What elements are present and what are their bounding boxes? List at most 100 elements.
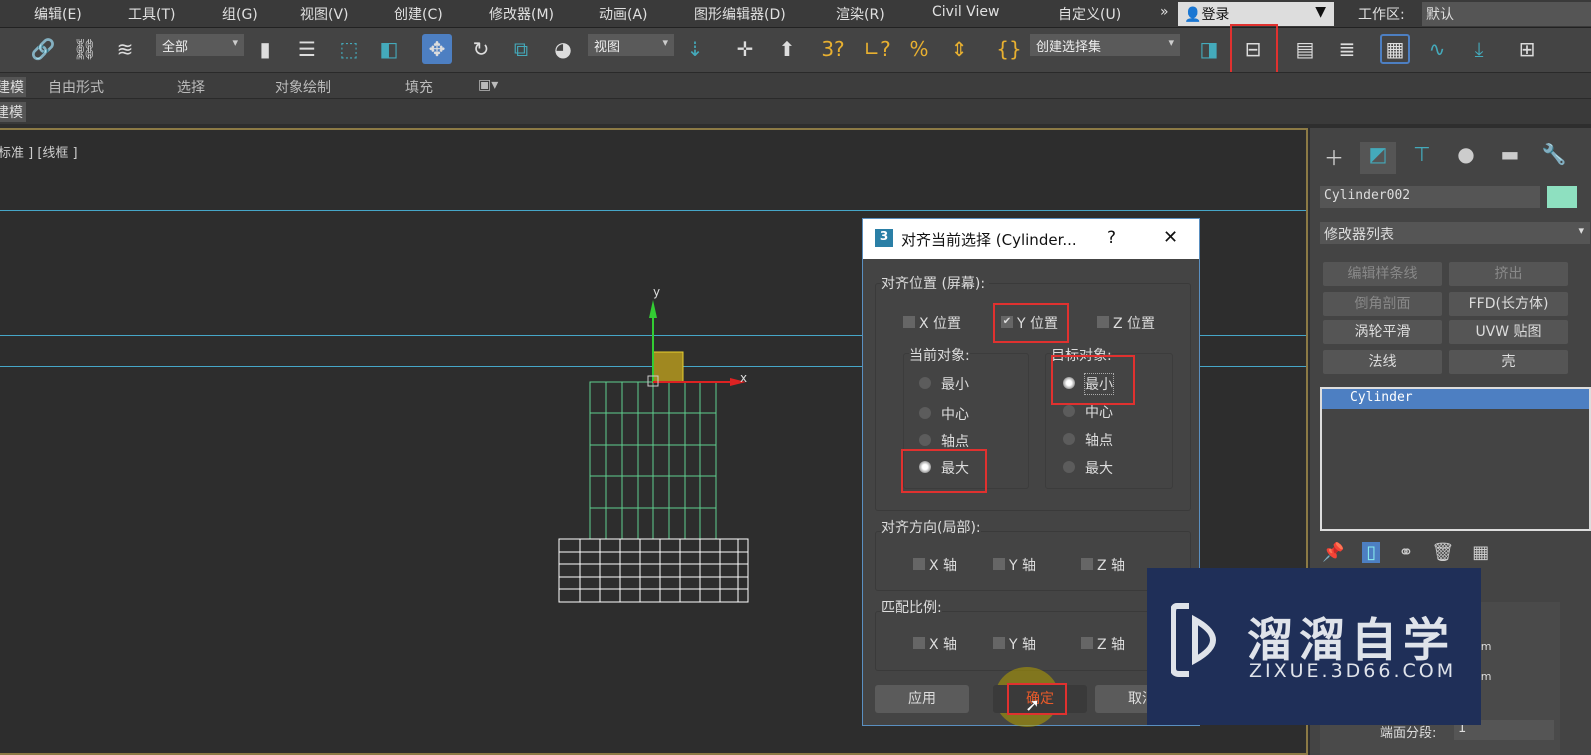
target-center-radio[interactable] [1063,405,1075,417]
scene-explorer-icon[interactable]: ▤ [1290,34,1320,64]
manipulate-icon[interactable]: ✛ [730,34,760,64]
x-position-checkbox[interactable] [903,316,915,328]
menu-civil-view[interactable]: Civil View [932,4,999,20]
make-unique-icon[interactable]: ⚭ [1398,542,1413,563]
menu-create[interactable]: 创建(C) [394,4,443,24]
menu-animation[interactable]: 动画(A) [599,4,648,24]
window-crossing-icon[interactable]: ◧ [374,34,404,64]
orient-x-checkbox[interactable] [913,558,925,570]
modifier-button[interactable]: 挤出 [1449,262,1568,286]
tab-populate[interactable]: 填充 [405,77,433,97]
keyboard-shortcut-icon[interactable]: ⬆ [772,34,802,64]
ribbon-options-icon[interactable]: ▣▾ [478,77,498,93]
menu-overflow[interactable]: » [1160,4,1169,20]
named-selection-dropdown[interactable]: 创建选择集 [1030,34,1180,56]
menu-group[interactable]: 组(G) [222,4,258,24]
modifier-button[interactable]: 编辑样条线 [1323,262,1442,286]
login-dropdown[interactable]: 👤登录 ▼ [1178,2,1334,26]
menu-views[interactable]: 视图(V) [300,4,349,24]
menu-edit[interactable]: 编辑(E) [34,4,82,24]
x-position-label: X 位置 [919,316,962,332]
current-min-label: 最小 [941,377,969,393]
percent-snap-icon[interactable]: % [904,34,934,64]
modify-icon[interactable]: ◩ [1360,142,1396,174]
show-end-result-icon[interactable]: ▯ [1362,542,1381,563]
z-position-checkbox[interactable] [1097,316,1109,328]
apply-button[interactable]: 应用 [875,685,969,713]
select-object-icon[interactable]: ▮ [250,34,280,64]
workspace-dropdown[interactable]: 默认 [1422,2,1591,26]
tab-freeform[interactable]: 自由形式 [48,77,104,97]
rect-selection-icon[interactable]: ⬚ [334,34,364,64]
tab-selection[interactable]: 选择 [177,77,205,97]
mirror-icon[interactable]: ◨ [1194,34,1224,64]
current-center-radio[interactable] [919,407,931,419]
remove-modifier-icon[interactable]: 🗑 [1431,542,1454,563]
tab-modeling[interactable]: 建模 [0,77,26,97]
login-label: 登录 [1201,7,1230,23]
menu-graph-editors[interactable]: 图形编辑器(D) [694,4,786,24]
modifier-button[interactable]: UVW 贴图 [1449,320,1568,344]
close-button[interactable]: ✕ [1163,227,1178,248]
curve-editor-icon[interactable]: ∿ [1422,34,1452,64]
hierarchy-icon[interactable]: ⊤ [1404,142,1440,174]
pivot-icon[interactable]: ⇣ [680,34,710,64]
rotate-icon[interactable]: ↻ [466,34,496,64]
motion-icon[interactable]: ● [1448,142,1484,174]
dialog-title-bar[interactable]: 3 对齐当前选择 (Cylinder... ? ✕ [863,219,1199,259]
menu-modifiers[interactable]: 修改器(M) [489,4,554,24]
modifier-button[interactable]: 涡轮平滑 [1323,320,1442,344]
orient-z-checkbox[interactable] [1081,558,1093,570]
edit-named-selection-icon[interactable]: {} [994,34,1024,64]
select-by-name-icon[interactable]: ☰ [292,34,322,64]
unlink-icon[interactable]: ⛓ [70,34,100,64]
target-max-radio[interactable] [1063,461,1075,473]
modifier-button[interactable]: 法线 [1323,350,1442,374]
move-icon[interactable]: ✥ [422,34,452,64]
bind-space-warp-icon[interactable]: ≋ [110,34,140,64]
utilities-icon[interactable]: 🔧 [1536,142,1572,174]
object-color-swatch[interactable] [1547,186,1577,208]
tab-object-paint[interactable]: 对象绘制 [275,77,331,97]
schematic-view-icon[interactable]: ⤓ [1464,34,1494,64]
subtab-modeling[interactable]: 建模 [0,102,26,122]
modifier-button[interactable]: 壳 [1449,350,1568,374]
menu-customize[interactable]: 自定义(U) [1058,4,1121,24]
snap-toggle-icon[interactable]: 3? [818,34,848,64]
current-min-radio[interactable] [919,377,931,389]
layer-explorer-icon[interactable]: ≣ [1332,34,1362,64]
scale-y-checkbox[interactable] [993,637,1005,649]
target-pivot-radio[interactable] [1063,433,1075,445]
scale-icon[interactable]: ⧉ [506,34,536,64]
orient-y-checkbox[interactable] [993,558,1005,570]
object-name-value: Cylinder002 [1324,188,1411,203]
menu-tools[interactable]: 工具(T) [128,4,175,24]
display-icon[interactable]: ▬ [1492,142,1528,174]
ribbon-tabs: 建模 自由形式 选择 对象绘制 填充 ▣▾ [0,72,1591,98]
spinner-snap-icon[interactable]: ⇕ [944,34,974,64]
angle-snap-icon[interactable]: ∟? [862,34,892,64]
scale-z-checkbox[interactable] [1081,637,1093,649]
current-pivot-radio[interactable] [919,434,931,446]
object-name-input[interactable]: Cylinder002 [1320,186,1540,208]
placement-icon[interactable]: ◕ [548,34,578,64]
modifier-button[interactable]: FFD(长方体) [1449,292,1568,316]
toggle-ribbon-icon[interactable]: ▦ [1380,34,1410,64]
pin-stack-icon[interactable]: 📌 [1322,542,1344,563]
scale-x-checkbox[interactable] [913,637,925,649]
menu-rendering[interactable]: 渲染(R) [836,4,885,24]
help-button[interactable]: ? [1107,228,1116,248]
reference-coordinate-dropdown[interactable]: 视图 [588,34,674,56]
configure-modifier-sets-icon[interactable]: ▦ [1472,542,1489,563]
selection-filter-dropdown[interactable]: 全部 [156,34,244,56]
scene-objects[interactable]: y x [550,280,770,610]
modifier-list-dropdown[interactable]: 修改器列表 ▾ [1320,222,1590,244]
align-position-label: 对齐位置 (屏幕): [881,273,990,293]
modifier-button[interactable]: 倒角剖面 [1323,292,1442,316]
create-icon[interactable]: ＋ [1316,142,1352,174]
viewport-label[interactable]: 标准 ] [线框 ] [0,142,78,161]
align-orientation-label: 对齐方向(局部): [881,517,981,537]
render-setup-icon[interactable]: ⊞ [1512,34,1542,64]
stack-item-cylinder[interactable]: Cylinder [1322,389,1589,409]
link-icon[interactable]: 🔗 [28,34,58,64]
